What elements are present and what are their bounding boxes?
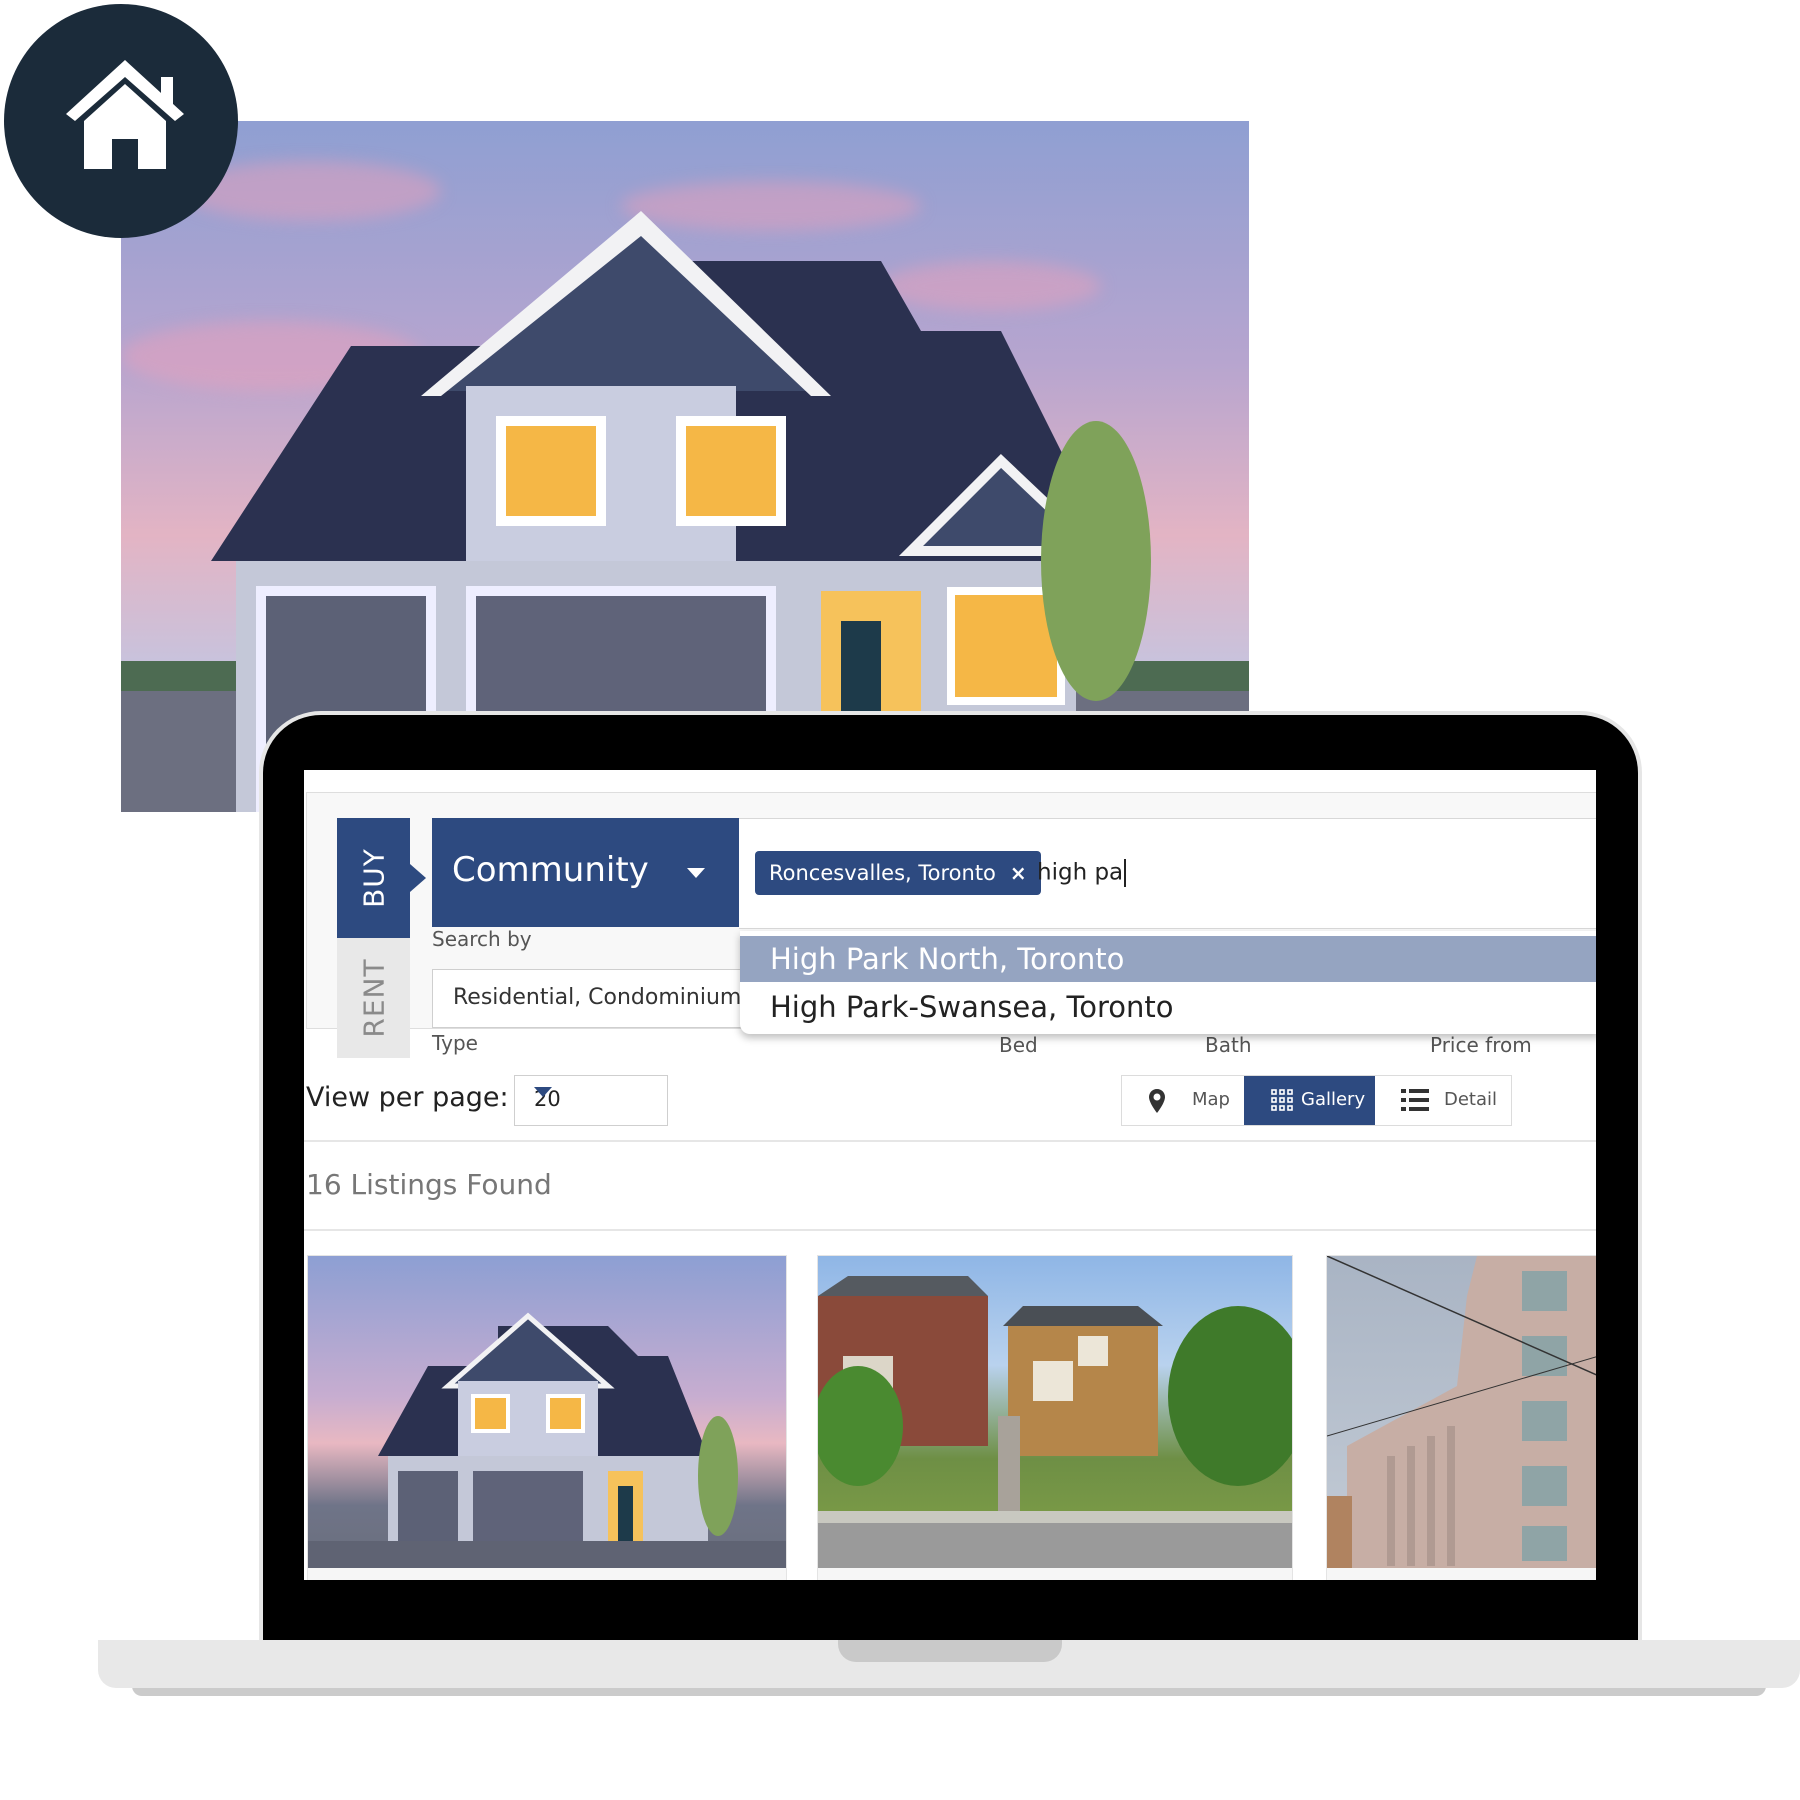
chevron-down-icon <box>534 1087 552 1097</box>
view-map-button[interactable]: Map <box>1122 1076 1244 1125</box>
listing-houses-illustration <box>818 1276 1292 1568</box>
view-per-page-label: View per page: <box>306 1082 509 1113</box>
suggestions-dropdown: High Park North, Toronto High Park-Swans… <box>740 931 1596 1034</box>
view-detail-button[interactable]: Detail <box>1375 1076 1511 1125</box>
price-from-label: Price from <box>1430 1033 1532 1057</box>
suggestion-item[interactable]: High Park North, Toronto <box>740 936 1596 982</box>
view-detail-label: Detail <box>1444 1089 1498 1110</box>
tab-rent-label: RENT <box>357 958 390 1038</box>
listing-card[interactable] <box>307 1255 787 1580</box>
chip-label: Roncesvalles, Toronto <box>769 861 996 885</box>
chip-remove-icon[interactable]: × <box>1010 861 1027 885</box>
tab-rent[interactable]: RENT <box>337 938 410 1058</box>
listing-card[interactable] <box>817 1255 1293 1580</box>
search-by-select[interactable]: Community <box>432 818 739 927</box>
suggestion-label: High Park North, Toronto <box>770 942 1125 976</box>
view-gallery-button[interactable]: Gallery <box>1244 1076 1375 1125</box>
view-per-page-select[interactable]: 20 <box>514 1075 668 1126</box>
tab-buy-label: BUY <box>357 848 390 908</box>
grid-icon <box>1271 1089 1293 1111</box>
divider <box>304 1229 1596 1231</box>
divider <box>304 1140 1596 1142</box>
house-illustration <box>121 211 1249 812</box>
hero-house-photo <box>121 121 1249 812</box>
listing-card[interactable] <box>1326 1255 1596 1580</box>
search-panel: BUY RENT Community Search by Residential… <box>306 792 1596 1058</box>
search-by-value: Community <box>452 850 649 890</box>
listing-condo-illustration <box>1327 1256 1596 1568</box>
property-type-value: Residential, Condominium, <box>453 985 744 1010</box>
search-by-label: Search by <box>432 927 532 951</box>
view-toggle: Map Gallery Detail <box>1121 1075 1512 1126</box>
listing-house-illustration <box>308 1312 786 1568</box>
suggestion-item[interactable]: High Park-Swansea, Toronto <box>740 984 1596 1030</box>
typed-text[interactable]: high pa <box>1037 859 1126 887</box>
listing-photo <box>308 1256 786 1568</box>
community-search-input[interactable]: Roncesvalles, Toronto × high pa <box>739 818 1596 929</box>
bed-label: Bed <box>999 1033 1038 1057</box>
suggestion-label: High Park-Swansea, Toronto <box>770 990 1174 1024</box>
tab-buy[interactable]: BUY <box>337 818 426 938</box>
list-icon <box>1401 1089 1429 1111</box>
home-badge <box>4 4 238 238</box>
home-icon <box>66 60 184 169</box>
laptop-screen: BUY RENT Community Search by Residential… <box>304 770 1596 1580</box>
view-gallery-label: Gallery <box>1301 1089 1366 1110</box>
listing-photo <box>818 1256 1292 1568</box>
listing-photo <box>1327 1256 1596 1568</box>
listings-count: 16 Listings Found <box>306 1168 552 1201</box>
chevron-down-icon <box>687 868 705 878</box>
map-pin-icon <box>1149 1089 1165 1113</box>
property-type-label: Type <box>432 1031 478 1055</box>
community-chip: Roncesvalles, Toronto × <box>755 851 1041 895</box>
view-map-label: Map <box>1192 1089 1230 1110</box>
property-type-select[interactable]: Residential, Condominium, <box>432 969 744 1028</box>
laptop-notch <box>838 1640 1062 1662</box>
bath-label: Bath <box>1205 1033 1252 1057</box>
